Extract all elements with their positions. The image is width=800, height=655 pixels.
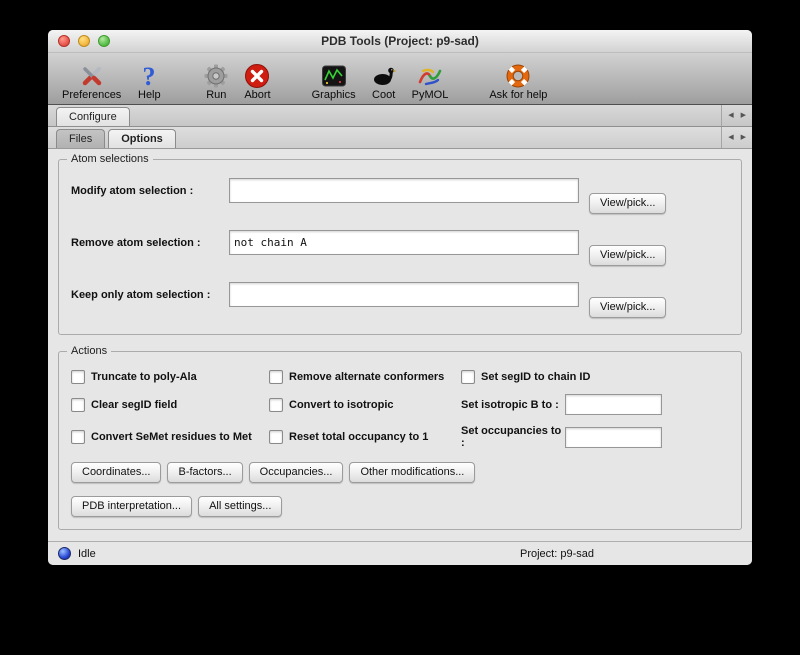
checkbox-box[interactable] <box>269 370 283 384</box>
remove-atom-selection-row: Remove atom selection : View/pick... <box>71 230 729 266</box>
actions-grid: Truncate to poly-Ala Remove alternate co… <box>71 370 729 449</box>
view-pick-remove-button[interactable]: View/pick... <box>589 245 666 266</box>
ask-for-help-icon <box>505 62 531 89</box>
tab-files[interactable]: Files <box>56 129 105 148</box>
abort-icon <box>244 62 270 89</box>
view-pick-keep-button[interactable]: View/pick... <box>589 297 666 318</box>
options-panel: Atom selections Modify atom selection : … <box>48 149 752 541</box>
coordinates-button[interactable]: Coordinates... <box>71 462 161 483</box>
close-button[interactable] <box>58 35 70 47</box>
minimize-button[interactable] <box>78 35 90 47</box>
toolbar-coot-button[interactable]: Coot <box>371 62 397 101</box>
checkbox-label: Set segID to chain ID <box>481 371 590 383</box>
toolbar: Preferences ? Help <box>48 53 752 105</box>
group-title: Atom selections <box>67 153 153 165</box>
checkbox-convert-semet-residues-to-met[interactable]: Convert SeMet residues to Met <box>71 430 269 444</box>
checkbox-reset-total-occupancy-to-1[interactable]: Reset total occupancy to 1 <box>269 430 461 444</box>
set-isotropic-b-input[interactable] <box>565 394 662 415</box>
window-controls <box>58 35 110 47</box>
checkbox-label: Convert SeMet residues to Met <box>91 431 252 443</box>
tab-options[interactable]: Options <box>108 129 176 148</box>
checkbox-label: Reset total occupancy to 1 <box>289 431 428 443</box>
coot-icon <box>371 62 397 89</box>
tab-scroll-left-icon[interactable]: ◀ <box>728 112 733 119</box>
field-label: Set occupancies to : <box>461 425 565 449</box>
toolbar-preferences-button[interactable]: Preferences <box>62 62 121 101</box>
remove-atom-selection-input[interactable] <box>229 230 579 255</box>
checkbox-label: Convert to isotropic <box>289 399 394 411</box>
tab-scroll-left-icon[interactable]: ◀ <box>728 134 733 141</box>
window-title: PDB Tools (Project: p9-sad) <box>48 30 752 52</box>
checkbox-convert-to-isotropic[interactable]: Convert to isotropic <box>269 398 461 412</box>
checkbox-box[interactable] <box>269 430 283 444</box>
checkbox-truncate-to-poly-ala[interactable]: Truncate to poly-Ala <box>71 370 269 384</box>
view-pick-modify-button[interactable]: View/pick... <box>589 193 666 214</box>
set-occupancies-field: Set occupancies to : <box>461 425 729 449</box>
toolbar-run-button[interactable]: Run <box>203 62 229 101</box>
field-label: Remove atom selection : <box>71 230 229 249</box>
keep-only-atom-selection-row: Keep only atom selection : View/pick... <box>71 282 729 318</box>
status-led-icon <box>58 547 71 560</box>
field-label: Keep only atom selection : <box>71 282 229 301</box>
actions-buttons-row-1: Coordinates... B-factors... Occupancies.… <box>71 462 729 483</box>
toolbar-ask-for-help-button[interactable]: Ask for help <box>489 62 547 101</box>
other-modifications-button[interactable]: Other modifications... <box>349 462 475 483</box>
tab-scroll-controls-inner: ◀ ▶ <box>721 127 752 148</box>
pdb-interpretation-button[interactable]: PDB interpretation... <box>71 496 192 517</box>
actions-group: Actions Truncate to poly-Ala Remove alte… <box>58 351 742 530</box>
zoom-button[interactable] <box>98 35 110 47</box>
status-text: Idle <box>78 548 96 560</box>
keep-only-atom-selection-input[interactable] <box>229 282 579 307</box>
preferences-icon <box>79 62 105 89</box>
toolbar-pymol-button[interactable]: PyMOL <box>412 62 449 101</box>
graphics-icon <box>321 62 347 89</box>
set-isotropic-b-field: Set isotropic B to : <box>461 394 729 415</box>
occupancies-button[interactable]: Occupancies... <box>249 462 344 483</box>
status-bar: Idle Project: p9-sad <box>48 541 752 565</box>
checkbox-remove-alternate-conformers[interactable]: Remove alternate conformers <box>269 370 461 384</box>
tab-scroll-right-icon[interactable]: ▶ <box>741 134 746 141</box>
notebook-tabs-outer: Configure ◀ ▶ <box>48 105 752 127</box>
atom-selections-group: Atom selections Modify atom selection : … <box>58 159 742 335</box>
notebook-tabs-inner: Files Options ◀ ▶ <box>48 127 752 149</box>
checkbox-label: Truncate to poly-Ala <box>91 371 197 383</box>
field-label: Modify atom selection : <box>71 178 229 197</box>
checkbox-box[interactable] <box>71 398 85 412</box>
project-label: Project: p9-sad <box>520 548 594 560</box>
pymol-icon <box>417 62 443 89</box>
modify-atom-selection-row: Modify atom selection : View/pick... <box>71 178 729 214</box>
tab-scroll-controls-outer: ◀ ▶ <box>721 105 752 126</box>
checkbox-label: Clear segID field <box>91 399 177 411</box>
checkbox-clear-segid-field[interactable]: Clear segID field <box>71 398 269 412</box>
field-label: Set isotropic B to : <box>461 399 565 411</box>
set-occupancies-input[interactable] <box>565 427 662 448</box>
b-factors-button[interactable]: B-factors... <box>167 462 242 483</box>
group-title: Actions <box>67 345 111 357</box>
checkbox-box[interactable] <box>71 430 85 444</box>
toolbar-abort-button[interactable]: Abort <box>244 62 270 101</box>
pdb-tools-window: PDB Tools (Project: p9-sad) Preferences … <box>48 30 752 565</box>
checkbox-box[interactable] <box>71 370 85 384</box>
checkbox-box[interactable] <box>269 398 283 412</box>
checkbox-set-segid-to-chain-id[interactable]: Set segID to chain ID <box>461 370 729 384</box>
actions-buttons-row-2: PDB interpretation... All settings... <box>71 496 729 517</box>
svg-text:?: ? <box>143 63 156 89</box>
checkbox-box[interactable] <box>461 370 475 384</box>
tab-configure[interactable]: Configure <box>56 107 130 126</box>
toolbar-help-button[interactable]: ? Help <box>136 62 162 101</box>
tab-scroll-right-icon[interactable]: ▶ <box>741 112 746 119</box>
help-icon: ? <box>136 62 162 89</box>
run-icon <box>203 62 229 89</box>
modify-atom-selection-input[interactable] <box>229 178 579 203</box>
all-settings-button[interactable]: All settings... <box>198 496 282 517</box>
checkbox-label: Remove alternate conformers <box>289 371 444 383</box>
toolbar-graphics-button[interactable]: Graphics <box>312 62 356 101</box>
titlebar[interactable]: PDB Tools (Project: p9-sad) <box>48 30 752 53</box>
